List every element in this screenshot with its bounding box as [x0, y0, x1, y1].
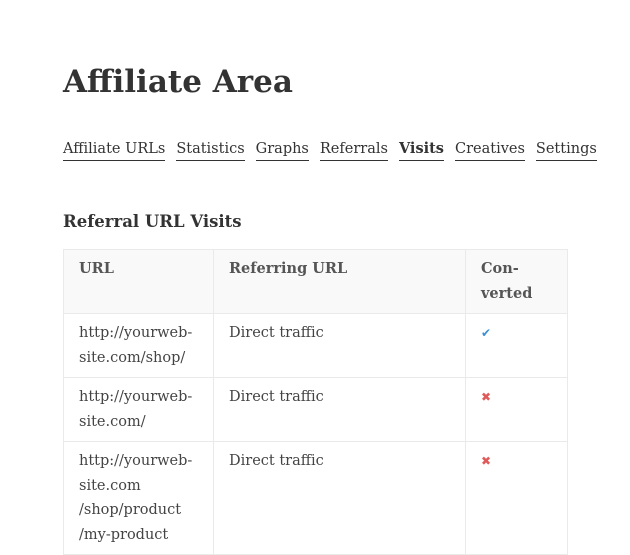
header-url: URL	[63, 249, 214, 314]
check-icon: ✔	[481, 326, 492, 340]
tab-graphs[interactable]: Graphs	[255, 139, 309, 161]
cell-converted: ✖	[465, 377, 568, 442]
page-title: Affiliate Area	[63, 64, 293, 100]
cell-url: http://yourweb-site.com/shop/	[63, 313, 214, 378]
header-converted: Con-verted	[465, 249, 568, 314]
header-converted-line1: Con-	[481, 260, 519, 277]
cell-referring-url: Direct traffic	[213, 377, 466, 442]
table-row: http://yourweb-site.com/shop/ Direct tra…	[63, 313, 568, 378]
cross-icon: ✖	[481, 454, 492, 468]
tab-affiliate-urls[interactable]: Affiliate URLs	[63, 139, 166, 161]
table-row: http://yourweb-site.com/shop/product/my-…	[63, 441, 568, 555]
header-referring-url: Referring URL	[213, 249, 466, 314]
tab-creatives[interactable]: Creatives	[454, 139, 525, 161]
cell-converted: ✖	[465, 441, 568, 555]
cell-referring-url: Direct traffic	[213, 313, 466, 378]
section-title: Referral URL Visits	[63, 212, 242, 231]
header-converted-line2: verted	[481, 284, 533, 302]
visits-table: URL Referring URL Con-verted http://your…	[63, 249, 568, 555]
cell-converted: ✔	[465, 313, 568, 378]
table-header-row: URL Referring URL Con-verted	[63, 249, 568, 314]
tab-referrals[interactable]: Referrals	[319, 139, 388, 161]
tab-visits[interactable]: Visits	[398, 139, 444, 161]
cell-url: http://yourweb-site.com/shop/product/my-…	[63, 441, 214, 555]
cell-referring-url: Direct traffic	[213, 441, 466, 555]
affiliate-tabs: Affiliate URLs Statistics Graphs Referra…	[63, 139, 608, 161]
cross-icon: ✖	[481, 390, 492, 404]
cell-url: http://yourweb-site.com/	[63, 377, 214, 442]
tab-statistics[interactable]: Statistics	[176, 139, 245, 161]
tab-settings[interactable]: Settings	[535, 139, 597, 161]
table-row: http://yourweb-site.com/ Direct traffic …	[63, 377, 568, 442]
